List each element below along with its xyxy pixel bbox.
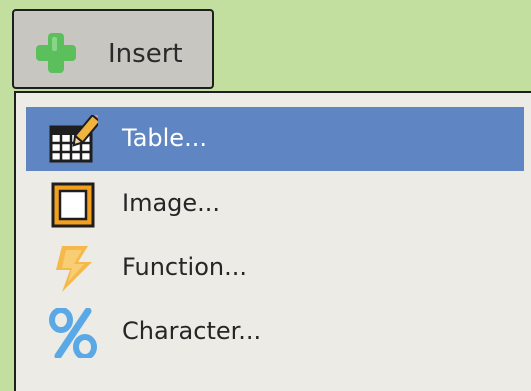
menu-item-function[interactable]: Function... xyxy=(26,236,524,300)
image-icon xyxy=(51,182,95,228)
insert-menu-button[interactable]: Insert xyxy=(12,9,214,89)
menu-item-label: Character... xyxy=(122,317,262,345)
menu-item-table[interactable]: Table... xyxy=(26,107,524,171)
lightning-icon xyxy=(56,246,92,292)
menu-item-character[interactable]: Character... xyxy=(26,300,524,364)
menu-item-label: Image... xyxy=(122,189,221,217)
percent-icon xyxy=(49,308,97,358)
insert-label: Insert xyxy=(108,39,183,69)
table-icon xyxy=(49,115,98,163)
menu-item-image[interactable]: Image... xyxy=(26,172,524,236)
plus-icon xyxy=(36,33,76,73)
menu-item-label: Function... xyxy=(122,253,247,281)
menu-item-label: Table... xyxy=(122,124,207,152)
